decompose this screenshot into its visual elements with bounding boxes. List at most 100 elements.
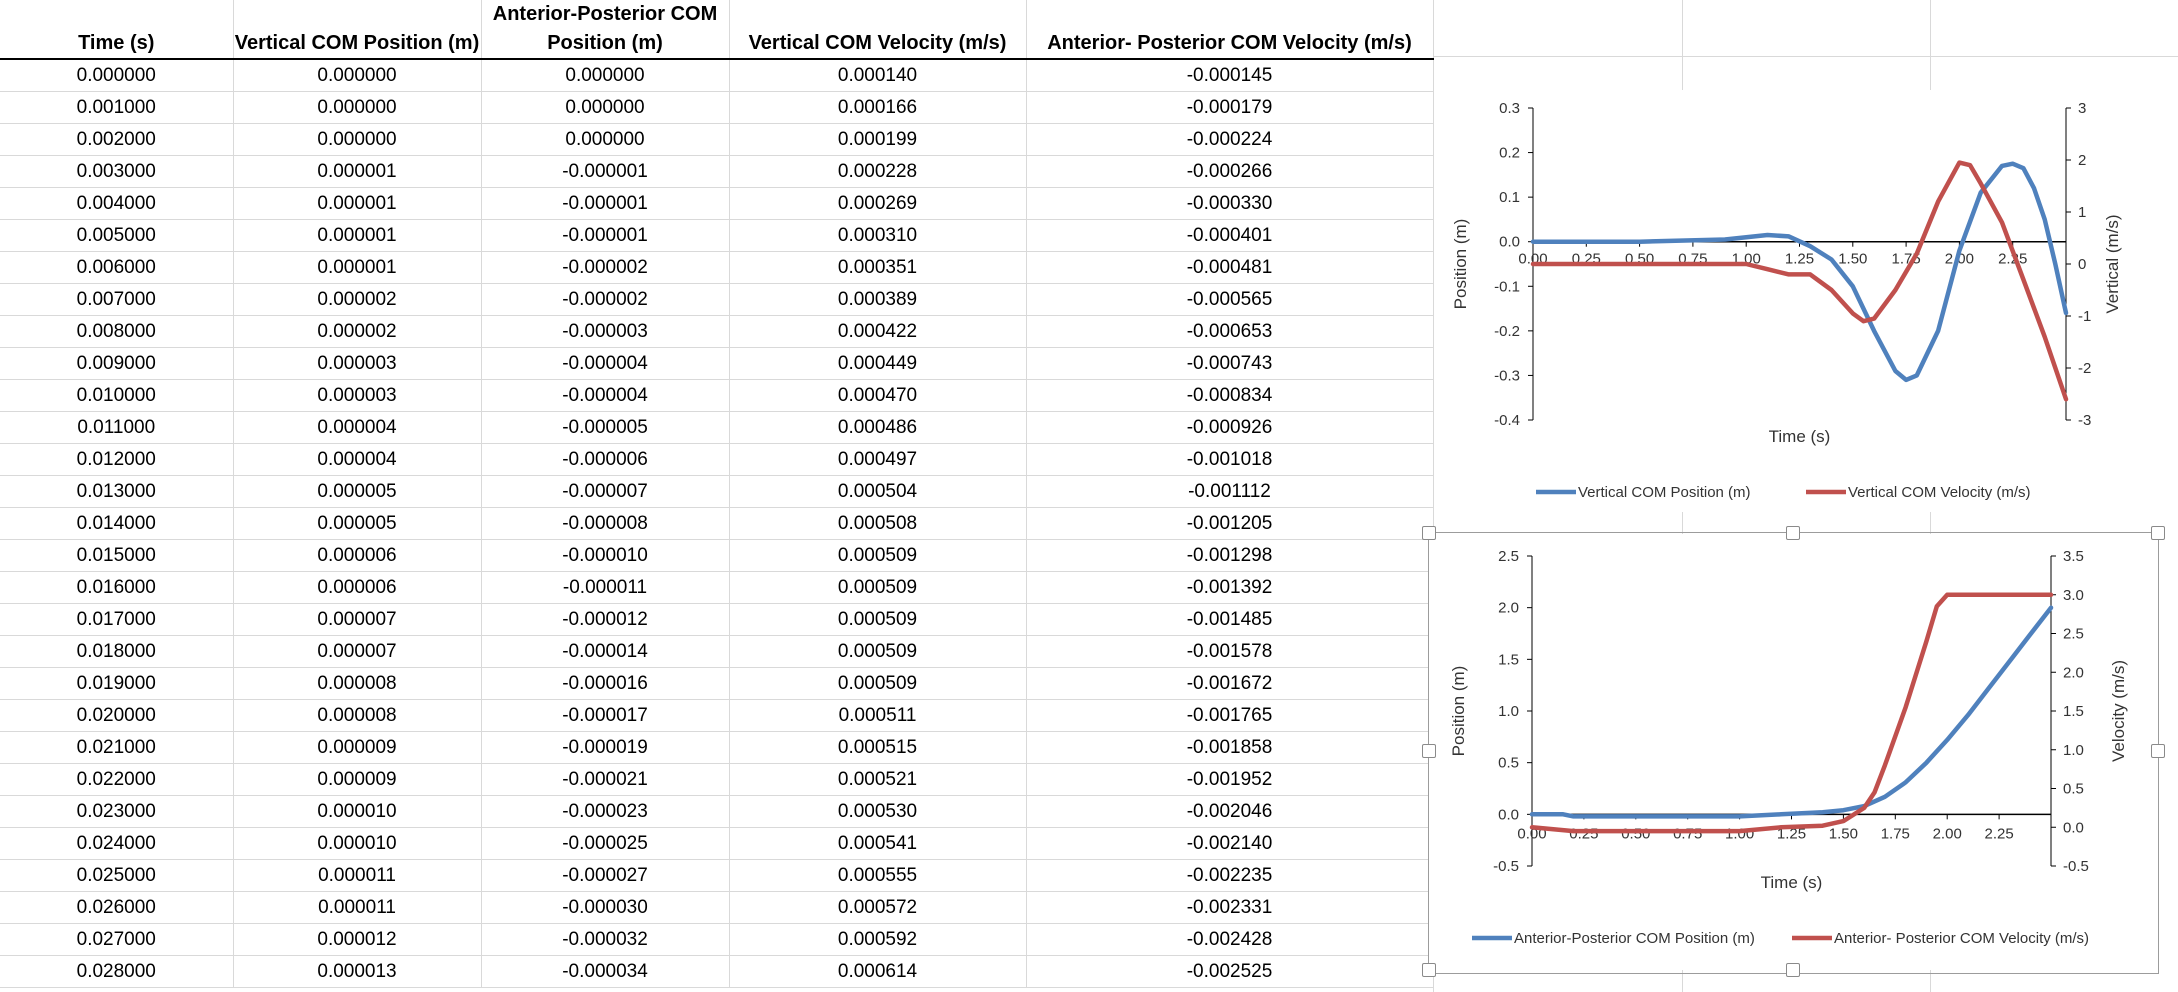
cell-vertical-position[interactable]: 0.000001 — [233, 251, 482, 284]
cell-ap-position[interactable]: -0.000004 — [481, 379, 730, 412]
cell-ap-velocity[interactable]: -0.001858 — [1026, 731, 1434, 764]
cell-vertical-position[interactable]: 0.000005 — [233, 507, 482, 540]
cell-vertical-velocity[interactable]: 0.000541 — [729, 827, 1027, 860]
resize-handle-top-left[interactable] — [1422, 526, 1436, 540]
cell-ap-velocity[interactable]: -0.001578 — [1026, 635, 1434, 668]
column-header-time[interactable]: Time (s) — [0, 0, 234, 60]
cell-time[interactable]: 0.001000 — [0, 91, 234, 124]
cell-ap-velocity[interactable]: -0.000224 — [1026, 123, 1434, 156]
cell-ap-position[interactable]: 0.000000 — [481, 59, 730, 92]
cell-ap-position[interactable]: -0.000017 — [481, 699, 730, 732]
cell-time[interactable]: 0.027000 — [0, 923, 234, 956]
cell-vertical-velocity[interactable]: 0.000228 — [729, 155, 1027, 188]
cell-ap-position[interactable]: -0.000030 — [481, 891, 730, 924]
cell-ap-position[interactable]: 0.000000 — [481, 91, 730, 124]
cell-ap-position[interactable]: -0.000001 — [481, 219, 730, 252]
column-header-vertical-velocity[interactable]: Vertical COM Velocity (m/s) — [729, 0, 1027, 60]
cell-ap-velocity[interactable]: -0.000653 — [1026, 315, 1434, 348]
cell-ap-velocity[interactable]: -0.001392 — [1026, 571, 1434, 604]
cell-time[interactable]: 0.017000 — [0, 603, 234, 636]
cell-ap-position[interactable]: -0.000004 — [481, 347, 730, 380]
cell-ap-position[interactable]: -0.000023 — [481, 795, 730, 828]
cell-time[interactable]: 0.021000 — [0, 731, 234, 764]
cell-vertical-velocity[interactable]: 0.000572 — [729, 891, 1027, 924]
cell-time[interactable]: 0.026000 — [0, 891, 234, 924]
cell-vertical-position[interactable]: 0.000000 — [233, 91, 482, 124]
cell-ap-velocity[interactable]: -0.000481 — [1026, 251, 1434, 284]
cell-vertical-position[interactable]: 0.000008 — [233, 699, 482, 732]
cell-vertical-position[interactable]: 0.000010 — [233, 827, 482, 860]
cell-time[interactable]: 0.000000 — [0, 59, 234, 92]
cell-ap-velocity[interactable]: -0.002046 — [1026, 795, 1434, 828]
cell-time[interactable]: 0.028000 — [0, 955, 234, 988]
cell-ap-velocity[interactable]: -0.002428 — [1026, 923, 1434, 956]
resize-handle-bottom-middle[interactable] — [1786, 963, 1800, 977]
cell-ap-position[interactable]: -0.000032 — [481, 923, 730, 956]
cell-ap-position[interactable]: -0.000002 — [481, 283, 730, 316]
cell-ap-velocity[interactable]: -0.001205 — [1026, 507, 1434, 540]
cell-ap-velocity[interactable]: -0.001952 — [1026, 763, 1434, 796]
cell-ap-position[interactable]: -0.000001 — [481, 187, 730, 220]
cell-time[interactable]: 0.022000 — [0, 763, 234, 796]
cell-vertical-position[interactable]: 0.000006 — [233, 571, 482, 604]
cell-ap-velocity[interactable]: -0.000179 — [1026, 91, 1434, 124]
cell-time[interactable]: 0.002000 — [0, 123, 234, 156]
cell-ap-position[interactable]: -0.000019 — [481, 731, 730, 764]
cell-vertical-position[interactable]: 0.000008 — [233, 667, 482, 700]
cell-vertical-velocity[interactable]: 0.000592 — [729, 923, 1027, 956]
cell-vertical-position[interactable]: 0.000003 — [233, 379, 482, 412]
cell-ap-position[interactable]: -0.000008 — [481, 507, 730, 540]
cell-ap-position[interactable]: -0.000014 — [481, 635, 730, 668]
cell-ap-position[interactable]: -0.000001 — [481, 155, 730, 188]
cell-vertical-position[interactable]: 0.000007 — [233, 603, 482, 636]
cell-vertical-position[interactable]: 0.000006 — [233, 539, 482, 572]
cell-vertical-velocity[interactable]: 0.000166 — [729, 91, 1027, 124]
cell-ap-velocity[interactable]: -0.001765 — [1026, 699, 1434, 732]
cell-ap-velocity[interactable]: -0.000401 — [1026, 219, 1434, 252]
cell-time[interactable]: 0.023000 — [0, 795, 234, 828]
cell-time[interactable]: 0.012000 — [0, 443, 234, 476]
cell-vertical-velocity[interactable]: 0.000515 — [729, 731, 1027, 764]
cell-vertical-velocity[interactable]: 0.000509 — [729, 571, 1027, 604]
cell-ap-velocity[interactable]: -0.000834 — [1026, 379, 1434, 412]
cell-vertical-position[interactable]: 0.000012 — [233, 923, 482, 956]
resize-handle-top-right[interactable] — [2151, 526, 2165, 540]
cell-ap-velocity[interactable]: -0.000565 — [1026, 283, 1434, 316]
cell-vertical-position[interactable]: 0.000011 — [233, 859, 482, 892]
column-header-ap-velocity[interactable]: Anterior- Posterior COM Velocity (m/s) — [1026, 0, 1434, 60]
cell-time[interactable]: 0.014000 — [0, 507, 234, 540]
cell-time[interactable]: 0.005000 — [0, 219, 234, 252]
cell-vertical-position[interactable]: 0.000005 — [233, 475, 482, 508]
cell-ap-velocity[interactable]: -0.002331 — [1026, 891, 1434, 924]
cell-ap-position[interactable]: -0.000021 — [481, 763, 730, 796]
cell-ap-position[interactable]: -0.000006 — [481, 443, 730, 476]
column-header-ap-position[interactable]: Anterior-Posterior COM Position (m) — [481, 0, 730, 60]
cell-vertical-velocity[interactable]: 0.000614 — [729, 955, 1027, 988]
resize-handle-top-middle[interactable] — [1786, 526, 1800, 540]
cell-ap-position[interactable]: -0.000016 — [481, 667, 730, 700]
cell-ap-velocity[interactable]: -0.000266 — [1026, 155, 1434, 188]
cell-vertical-velocity[interactable]: 0.000310 — [729, 219, 1027, 252]
cell-time[interactable]: 0.006000 — [0, 251, 234, 284]
cell-vertical-velocity[interactable]: 0.000486 — [729, 411, 1027, 444]
column-header-vertical-position[interactable]: Vertical COM Position (m) — [233, 0, 482, 60]
cell-ap-position[interactable]: -0.000005 — [481, 411, 730, 444]
cell-ap-position[interactable]: -0.000011 — [481, 571, 730, 604]
cell-time[interactable]: 0.011000 — [0, 411, 234, 444]
resize-handle-middle-left[interactable] — [1422, 744, 1436, 758]
cell-vertical-velocity[interactable]: 0.000509 — [729, 539, 1027, 572]
cell-vertical-position[interactable]: 0.000001 — [233, 187, 482, 220]
cell-ap-position[interactable]: -0.000034 — [481, 955, 730, 988]
cell-vertical-position[interactable]: 0.000003 — [233, 347, 482, 380]
cell-vertical-position[interactable]: 0.000000 — [233, 123, 482, 156]
cell-time[interactable]: 0.003000 — [0, 155, 234, 188]
cell-ap-position[interactable]: -0.000010 — [481, 539, 730, 572]
resize-handle-middle-right[interactable] — [2151, 744, 2165, 758]
cell-vertical-velocity[interactable]: 0.000422 — [729, 315, 1027, 348]
cell-ap-velocity[interactable]: -0.000926 — [1026, 411, 1434, 444]
cell-vertical-velocity[interactable]: 0.000511 — [729, 699, 1027, 732]
cell-vertical-position[interactable]: 0.000011 — [233, 891, 482, 924]
cell-vertical-velocity[interactable]: 0.000508 — [729, 507, 1027, 540]
cell-vertical-velocity[interactable]: 0.000530 — [729, 795, 1027, 828]
cell-time[interactable]: 0.009000 — [0, 347, 234, 380]
